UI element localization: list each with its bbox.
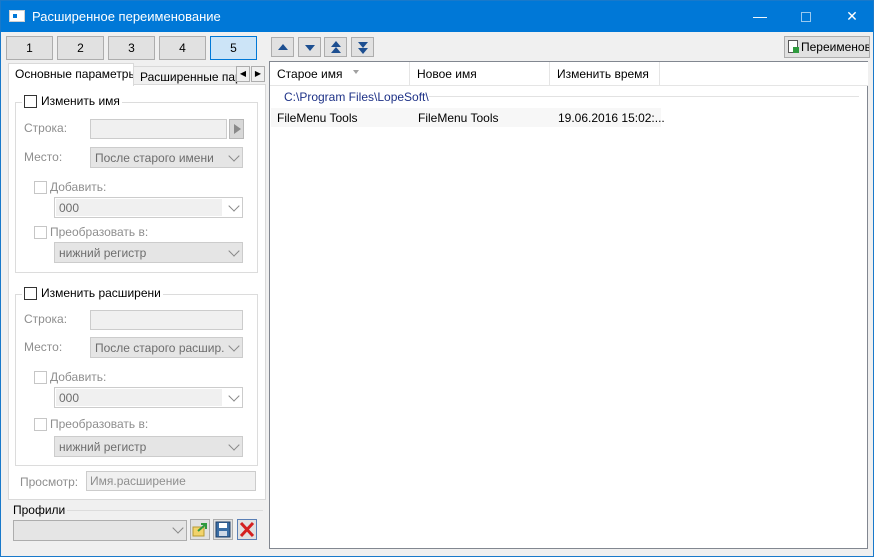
move-bottom-button[interactable] [351,37,374,57]
load-profile-icon [192,523,207,537]
ext-convert-select[interactable]: нижний регистр [54,436,243,457]
ext-add-value: 000 [59,391,80,405]
profile-tab-4[interactable]: 4 [159,36,206,60]
settings-tabstrip: Основные параметры Расширенные пара ◀ ▶ [8,63,267,86]
minimize-button[interactable]: — [737,1,783,32]
chevron-down-icon [172,522,184,534]
column-new-name-label: Новое имя [417,67,477,81]
tab-scroll-right-icon[interactable]: ▶ [251,66,265,82]
group-header-divider [429,96,859,97]
profiles-divider [67,510,263,511]
move-up-button[interactable] [271,37,294,57]
name-convert-checkbox[interactable] [34,226,47,239]
basic-params-panel: Изменить имя Строка: Место: После старог… [8,84,266,500]
close-button[interactable]: ✕ [829,1,874,32]
ext-add-combo[interactable]: 000 [54,387,243,408]
name-convert-value: нижний регистр [59,246,147,260]
window-title: Расширенное переименование [32,9,221,24]
column-old-name-label: Старое имя [277,67,343,81]
rename-button[interactable]: Переименовать [784,36,870,58]
tab-basic-params[interactable]: Основные параметры [8,63,134,86]
name-add-combo[interactable]: 000 [54,197,243,218]
load-profile-button[interactable] [190,519,210,540]
name-convert-select[interactable]: нижний регистр [54,242,243,263]
change-name-group: Изменить имя Строка: Место: После старог… [15,94,258,273]
arrow-down-icon [305,45,315,51]
name-string-menu-icon[interactable] [229,119,244,139]
preview-value: Имя.расширение [90,474,186,488]
column-modified-label: Изменить время [557,67,649,81]
column-old-name[interactable]: Старое имя [270,62,410,86]
profile-tab-3[interactable]: 3 [108,36,155,60]
name-place-label: Место: [24,150,63,164]
sort-asc-icon [352,70,359,74]
row-old-name: FileMenu Tools [277,111,358,125]
rename-doc-icon [788,40,799,53]
ext-add-checkbox[interactable] [34,371,47,384]
profiles-select[interactable] [13,520,187,541]
ext-place-select[interactable]: После старого расшир. [90,337,243,358]
title-bar: Расширенное переименование — ✕ [1,1,873,32]
ext-convert-checkbox[interactable] [34,418,47,431]
change-name-checkbox[interactable] [24,94,37,108]
row-new-name: FileMenu Tools [418,111,499,125]
ext-add-label: Добавить: [50,370,107,384]
chevron-down-icon [228,439,240,451]
rename-window: Расширенное переименование — ✕ 1 2 3 4 5… [0,0,874,557]
row-modified: 19.06.2016 15:02:... [558,111,665,125]
name-string-input[interactable] [90,119,227,139]
chevron-down-icon [228,200,240,212]
profile-tab-5[interactable]: 5 [210,36,257,60]
preview-label: Просмотр: [20,475,79,489]
ext-place-value: После старого расшир. [95,341,225,355]
rename-label: Переименовать [801,40,869,54]
change-name-legend: Изменить имя [22,94,122,108]
app-icon [9,10,25,22]
chevron-down-icon [228,390,240,402]
arrow-up-icon [278,44,288,50]
change-name-label: Изменить имя [41,94,120,108]
profile-tab-2[interactable]: 2 [57,36,104,60]
chevron-down-icon [228,340,240,352]
column-new-name[interactable]: Новое имя [410,62,550,86]
name-string-label: Строка: [24,121,68,135]
table-row[interactable]: FileMenu Tools FileMenu Tools 19.06.2016… [271,108,665,127]
profile-tab-1[interactable]: 1 [6,36,53,60]
ext-convert-label: Преобразовать в: [50,417,149,431]
name-add-value: 000 [59,201,80,215]
group-header-path[interactable]: C:\Program Files\LopeSoft\ [284,90,429,104]
file-list[interactable]: Старое имя Новое имя Изменить время C:\P… [269,61,868,549]
name-place-value: После старого имени [95,151,214,165]
save-profile-button[interactable] [213,519,233,540]
name-add-label: Добавить: [50,180,107,194]
preview-field: Имя.расширение [86,471,256,491]
column-filler [660,62,868,86]
column-modified-time[interactable]: Изменить время [550,62,660,86]
change-ext-label: Изменить расширени [41,286,161,300]
change-ext-checkbox[interactable] [24,286,37,300]
move-down-button[interactable] [298,37,321,57]
maximize-button[interactable] [783,1,829,32]
delete-profile-button[interactable] [237,519,257,540]
name-place-select[interactable]: После старого имени [90,147,243,168]
change-ext-group: Изменить расширени Строка: Место: После … [15,286,258,466]
name-add-checkbox[interactable] [34,181,47,194]
profiles-label: Профили [13,503,66,517]
change-ext-legend: Изменить расширени [22,286,163,300]
delete-icon [239,521,255,538]
chevron-down-icon [228,245,240,257]
ext-place-label: Место: [24,340,63,354]
ext-string-input[interactable] [90,310,243,330]
move-top-button[interactable] [324,37,347,57]
name-convert-label: Преобразовать в: [50,225,149,239]
ext-convert-value: нижний регистр [59,440,147,454]
chevron-down-icon [228,150,240,162]
save-icon [215,521,231,538]
ext-string-label: Строка: [24,312,68,326]
maximize-icon [801,12,811,23]
tab-advanced-params[interactable]: Расширенные пара [133,66,238,86]
tab-scroll-left-icon[interactable]: ◀ [236,66,250,82]
